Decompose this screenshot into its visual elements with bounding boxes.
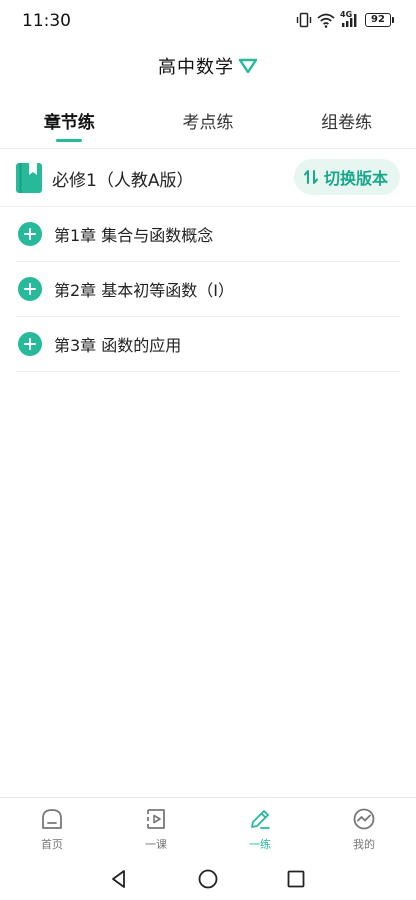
system-navigation-bar [0,859,416,900]
book-icon [16,163,42,193]
practice-tabs: 章节练 考点练 组卷练 [0,100,416,148]
expand-plus-icon[interactable] [18,277,42,301]
swap-vertical-icon [303,170,318,184]
textbook-title: 必修1（人教A版） [52,170,194,191]
active-tab-indicator [56,139,83,142]
textbook-row: 必修1（人教A版） 切换版本 [0,150,416,206]
nav-label: 一课 [145,838,167,851]
chapter-label: 第2章 基本初等函数（I） [54,281,234,300]
nav-label: 我的 [353,838,375,851]
bottom-nav: 首页 一课 一练 我的 [0,797,416,859]
back-icon[interactable] [108,868,130,890]
tab-label: 组卷练 [321,113,373,133]
nav-label: 首页 [41,838,63,851]
signal-bars-icon [342,14,357,27]
battery-level: 92 [365,13,391,27]
page-title: 高中数学 [158,57,234,78]
nav-item-home[interactable]: 首页 [0,798,104,859]
profile-icon [353,808,375,830]
tab-label: 考点练 [182,113,234,133]
chapter-item[interactable]: 第3章 函数的应用 [16,317,400,372]
tab-chapter-practice[interactable]: 章节练 [0,100,139,148]
chapter-list: 第1章 集合与函数概念 第2章 基本初等函数（I） 第3章 函数的应用 [16,207,400,372]
nav-item-profile[interactable]: 我的 [312,798,416,859]
recents-square-icon[interactable] [285,868,307,890]
status-time: 11:30 [22,11,71,31]
status-icons: 4G 92 [296,10,394,29]
switch-version-label: 切换版本 [323,169,388,188]
expand-plus-icon[interactable] [18,222,42,246]
pencil-practice-icon [251,810,270,829]
vibrate-icon [296,12,312,28]
battery-icon: 92 [365,13,394,27]
chapter-label: 第3章 函数的应用 [54,336,182,355]
tab-paper-practice[interactable]: 组卷练 [277,100,416,148]
tab-label: 章节练 [43,113,95,133]
cellular-signal: 4G [340,10,360,28]
switch-version-button[interactable]: 切换版本 [293,159,400,195]
chapter-item[interactable]: 第1章 集合与函数概念 [16,207,400,262]
divider [0,148,416,149]
expand-plus-icon[interactable] [18,332,42,356]
triangle-down-icon [238,58,258,74]
home-circle-icon[interactable] [197,868,219,890]
subject-selector[interactable]: 高中数学 [0,50,416,82]
video-lesson-icon [147,809,165,829]
wifi-icon [317,13,335,28]
chapter-label: 第1章 集合与函数概念 [54,226,214,245]
nav-item-practice[interactable]: 一练 [208,798,312,859]
chapter-item[interactable]: 第2章 基本初等函数（I） [16,262,400,317]
nav-label: 一练 [249,838,271,851]
nav-item-lesson[interactable]: 一课 [104,798,208,859]
home-icon [42,809,62,829]
status-bar: 11:30 4G 92 [0,0,416,40]
tab-topic-practice[interactable]: 考点练 [139,100,278,148]
